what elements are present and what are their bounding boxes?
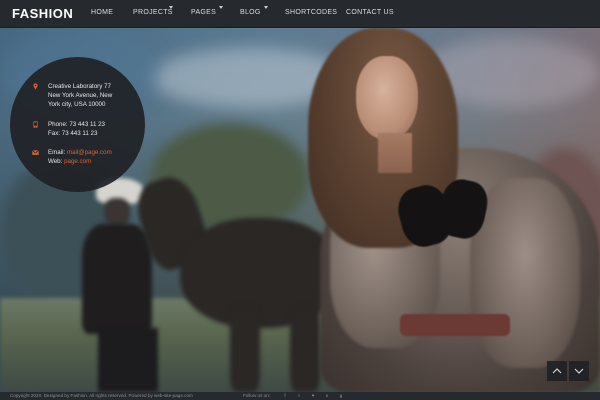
google-plus-icon[interactable]: g	[339, 393, 343, 398]
belt	[400, 314, 510, 336]
rider-legs	[98, 328, 158, 392]
face	[356, 56, 418, 140]
slider-prev-button[interactable]	[547, 361, 567, 381]
email-link[interactable]: mail@page.com	[67, 149, 112, 156]
contact-info-panel: Creative Laboratory 77 New York Avenue, …	[10, 57, 145, 192]
site-logo[interactable]: FASHION	[12, 5, 73, 23]
nav-item-label: PAGES	[191, 9, 217, 16]
address-line: Creative Laboratory 77	[48, 83, 111, 90]
caret-down-icon	[264, 6, 268, 9]
caret-down-icon	[169, 6, 173, 9]
nav-item-label: PROJECTS	[133, 9, 173, 16]
phone-number: Phone: 73 443 11 23	[48, 121, 105, 128]
map-pin-icon	[33, 83, 38, 90]
nav-item-label: SHORTCODES	[285, 9, 338, 16]
vimeo-icon[interactable]: v	[325, 393, 329, 398]
nav-item-projects[interactable]: PROJECTS	[133, 0, 173, 28]
nav-item-home[interactable]: HOME	[91, 0, 113, 28]
nav-item-blog[interactable]: BLOG	[240, 0, 268, 28]
email-label: Email:	[48, 149, 66, 156]
mail-icon	[32, 150, 39, 155]
web-label: Web:	[48, 158, 63, 165]
neck	[378, 133, 412, 173]
twitter-icon[interactable]: ✦	[311, 393, 315, 398]
site-footer: Copyright 2020. Designed by Fashion. All…	[0, 392, 600, 400]
caret-down-icon	[219, 6, 223, 9]
facebook-icon[interactable]: f	[283, 393, 287, 398]
address-line: New York Avenue, New	[48, 92, 113, 99]
top-navbar: FASHION HOME PROJECTS PAGES BLOG SHORTCO…	[0, 0, 600, 28]
phone-icon	[33, 121, 38, 128]
follow-us-label: Follow us on:	[243, 393, 271, 398]
nav-item-shortcodes[interactable]: SHORTCODES	[285, 0, 337, 28]
rider-head	[104, 198, 130, 226]
nav-item-contact-us[interactable]: CONTACT US	[346, 0, 394, 28]
horse-leg	[290, 308, 320, 392]
chevron-up-icon	[552, 368, 562, 374]
web-link[interactable]: page.com	[64, 158, 91, 165]
nav-item-label: HOME	[91, 9, 114, 16]
nav-item-label: BLOG	[240, 9, 261, 16]
pinterest-icon[interactable]: ○	[297, 393, 301, 398]
rider-body	[82, 224, 152, 334]
address-line: York city, USA 10000	[48, 101, 106, 108]
fax-number: Fax: 73 443 11 23	[48, 130, 98, 137]
chevron-down-icon	[574, 368, 584, 374]
nav-item-label: CONTACT US	[346, 9, 394, 16]
nav-item-pages[interactable]: PAGES	[191, 0, 223, 28]
copyright-text: Copyright 2020. Designed by Fashion. All…	[10, 393, 193, 398]
slider-next-button[interactable]	[569, 361, 589, 381]
horse-leg	[230, 308, 260, 392]
